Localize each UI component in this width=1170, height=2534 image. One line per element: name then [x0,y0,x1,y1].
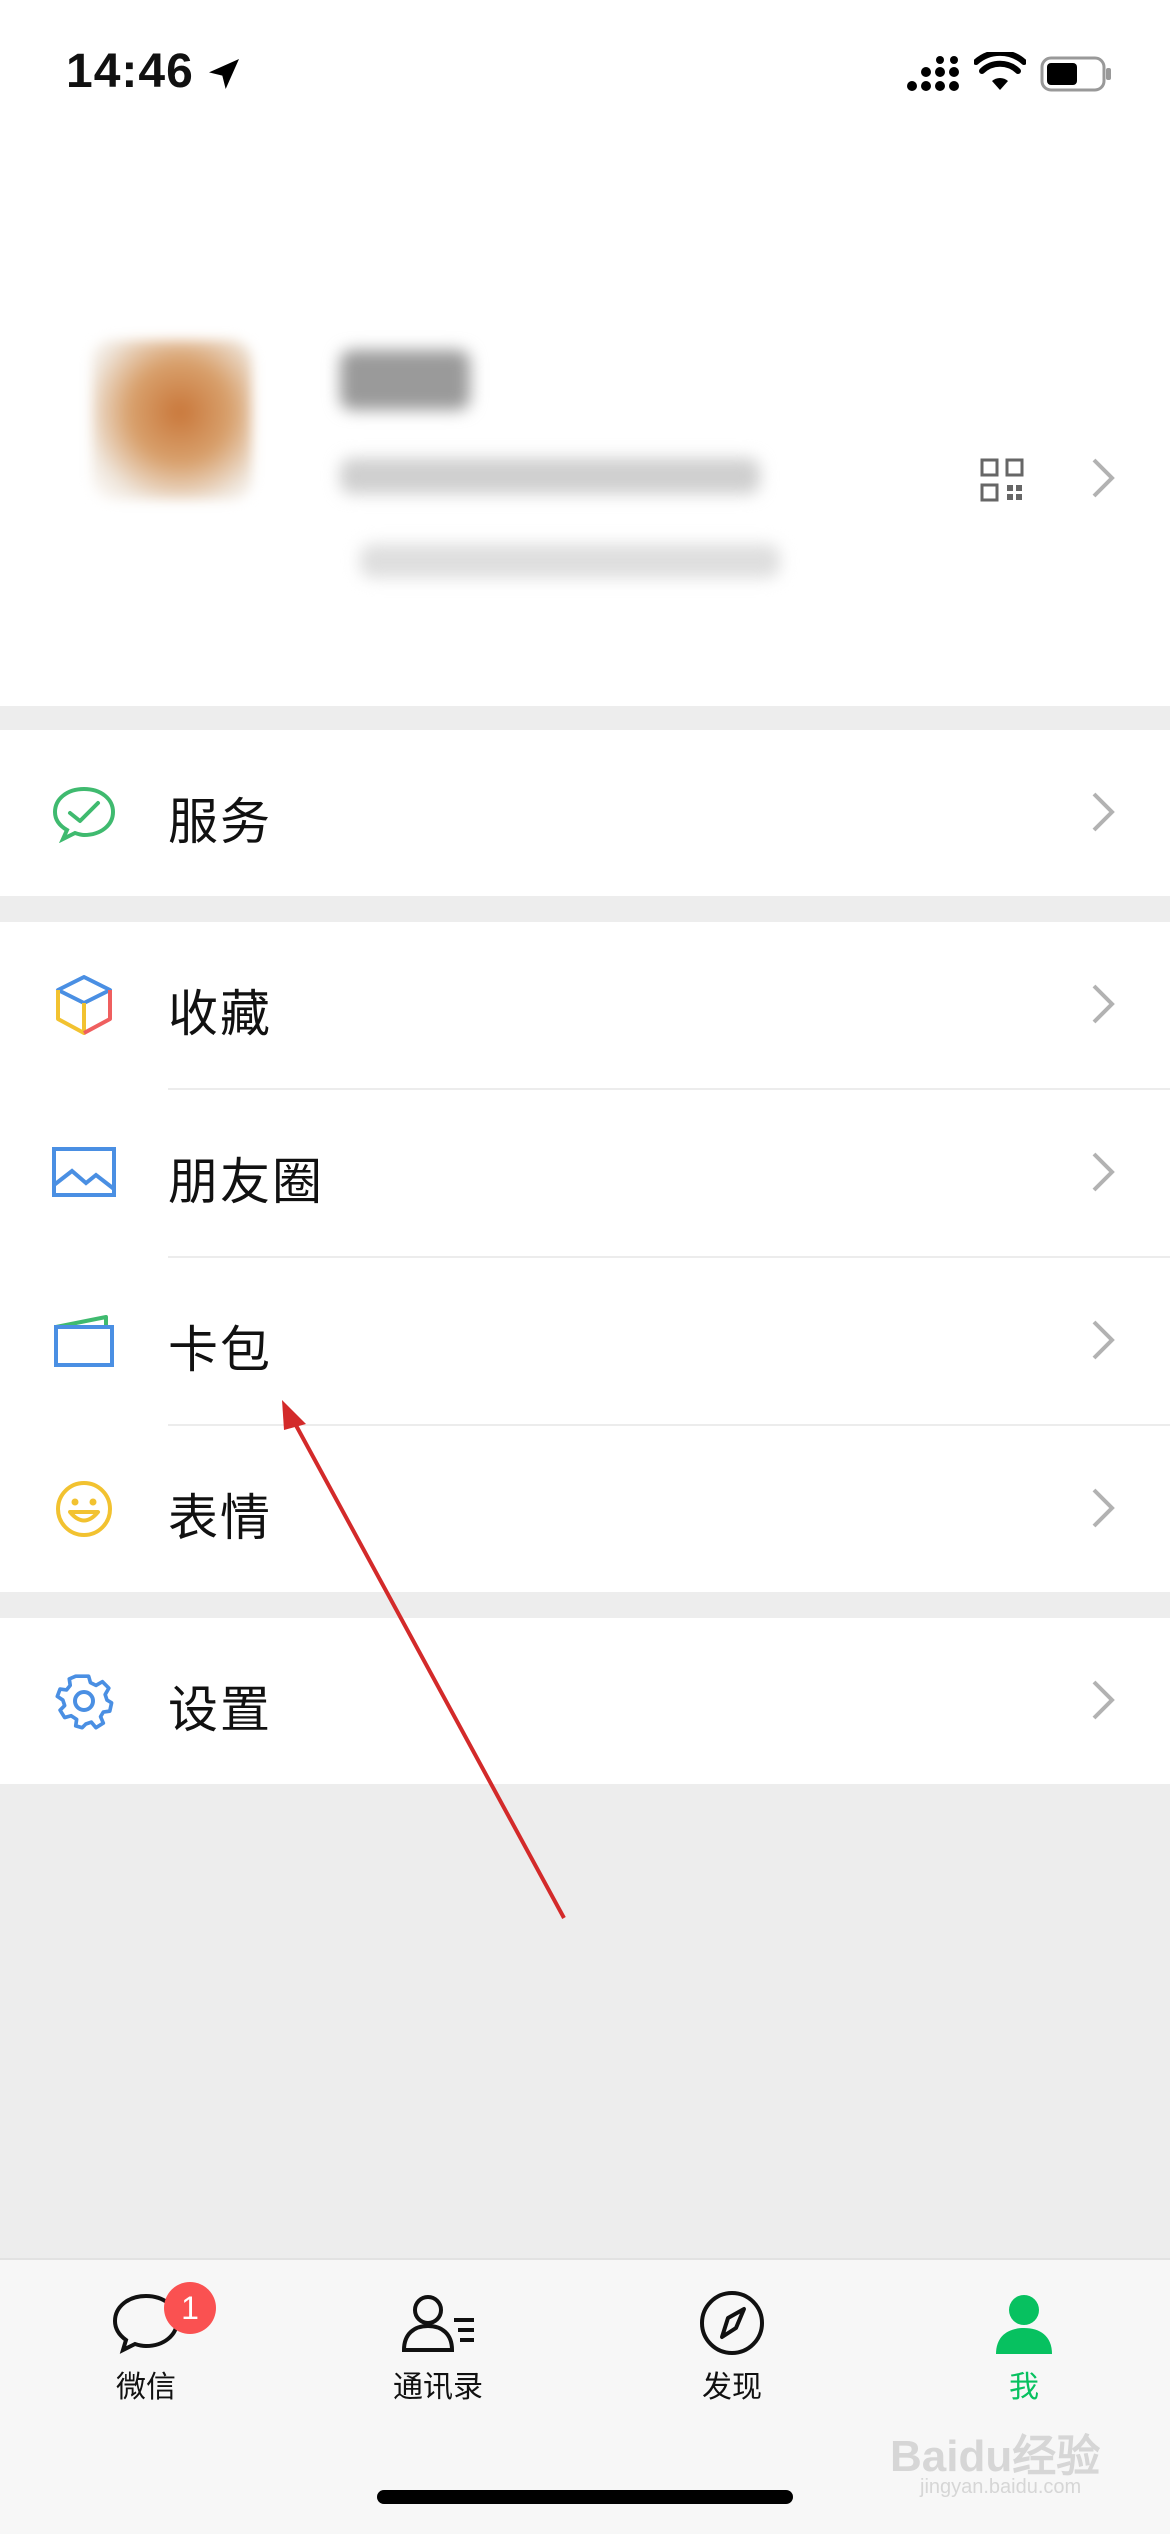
menu-item-label: 朋友圈 [168,1153,324,1211]
watermark-url: jingyan.baidu.com [920,2476,1082,2498]
main-menu-section: 收藏 朋友圈 卡包 表情 [0,922,1170,1592]
compass-icon [700,2291,764,2355]
menu-item-moments[interactable]: 朋友圈 [0,1090,1170,1256]
services-section: 服务 [0,730,1170,896]
menu-item-settings[interactable]: 设置 [0,1618,1170,1784]
menu-item-label: 设置 [168,1681,272,1739]
tab-label: 我 [1009,2370,1039,2405]
tab-label: 发现 [702,2370,762,2405]
menu-item-favorites[interactable]: 收藏 [0,922,1170,1088]
gear-icon [55,1674,114,1730]
chevron-right-icon [1092,792,1115,832]
moments-photo-icon [52,1147,116,1197]
cellular-signal-icon [907,56,959,91]
battery-icon [1040,56,1111,92]
nickname-blurred [340,350,470,410]
tab-chats[interactable]: 1 微信 [46,2282,246,2406]
chevron-right-icon [1092,458,1115,498]
chevron-right-icon [1092,984,1115,1024]
tab-me[interactable]: 我 [924,2290,1124,2406]
chevron-right-icon [1092,1680,1115,1720]
qr-code-icon[interactable] [980,458,1024,502]
status-bar: 14:46 [0,0,1170,140]
person-icon [996,2295,1052,2354]
tab-label: 微信 [116,2370,176,2405]
menu-item-label: 服务 [168,793,272,851]
chevron-right-icon [1092,1152,1115,1192]
contacts-icon [401,2295,474,2352]
tab-label: 通讯录 [393,2370,483,2405]
watermark-brand: Baidu经验 [890,2432,1101,2481]
location-arrow-icon [209,59,239,89]
avatar[interactable] [92,340,252,500]
chevron-right-icon [1092,1488,1115,1528]
home-indicator[interactable] [377,2490,793,2504]
chevron-right-icon [1092,1320,1115,1360]
profile-header[interactable] [0,140,1170,706]
menu-item-label: 表情 [168,1489,272,1547]
favorites-cube-icon [56,975,112,1035]
wifi-icon [974,52,1026,90]
card-wallet-icon [54,1315,114,1367]
menu-item-services[interactable]: 服务 [0,730,1170,896]
status-row-blurred [360,544,780,578]
wechat-id-blurred [340,458,760,494]
menu-item-card-wallet[interactable]: 卡包 [0,1258,1170,1424]
stickers-smiley-icon [56,1481,112,1537]
tab-discover[interactable]: 发现 [632,2290,832,2406]
services-icon [52,786,116,843]
menu-item-label: 收藏 [168,985,272,1043]
tab-contacts[interactable]: 通讯录 [338,2290,538,2406]
unread-badge: 1 [164,2282,216,2334]
status-time: 14:46 [66,45,194,98]
menu-item-stickers[interactable]: 表情 [0,1426,1170,1592]
menu-item-label: 卡包 [168,1321,272,1379]
settings-section: 设置 [0,1618,1170,1784]
